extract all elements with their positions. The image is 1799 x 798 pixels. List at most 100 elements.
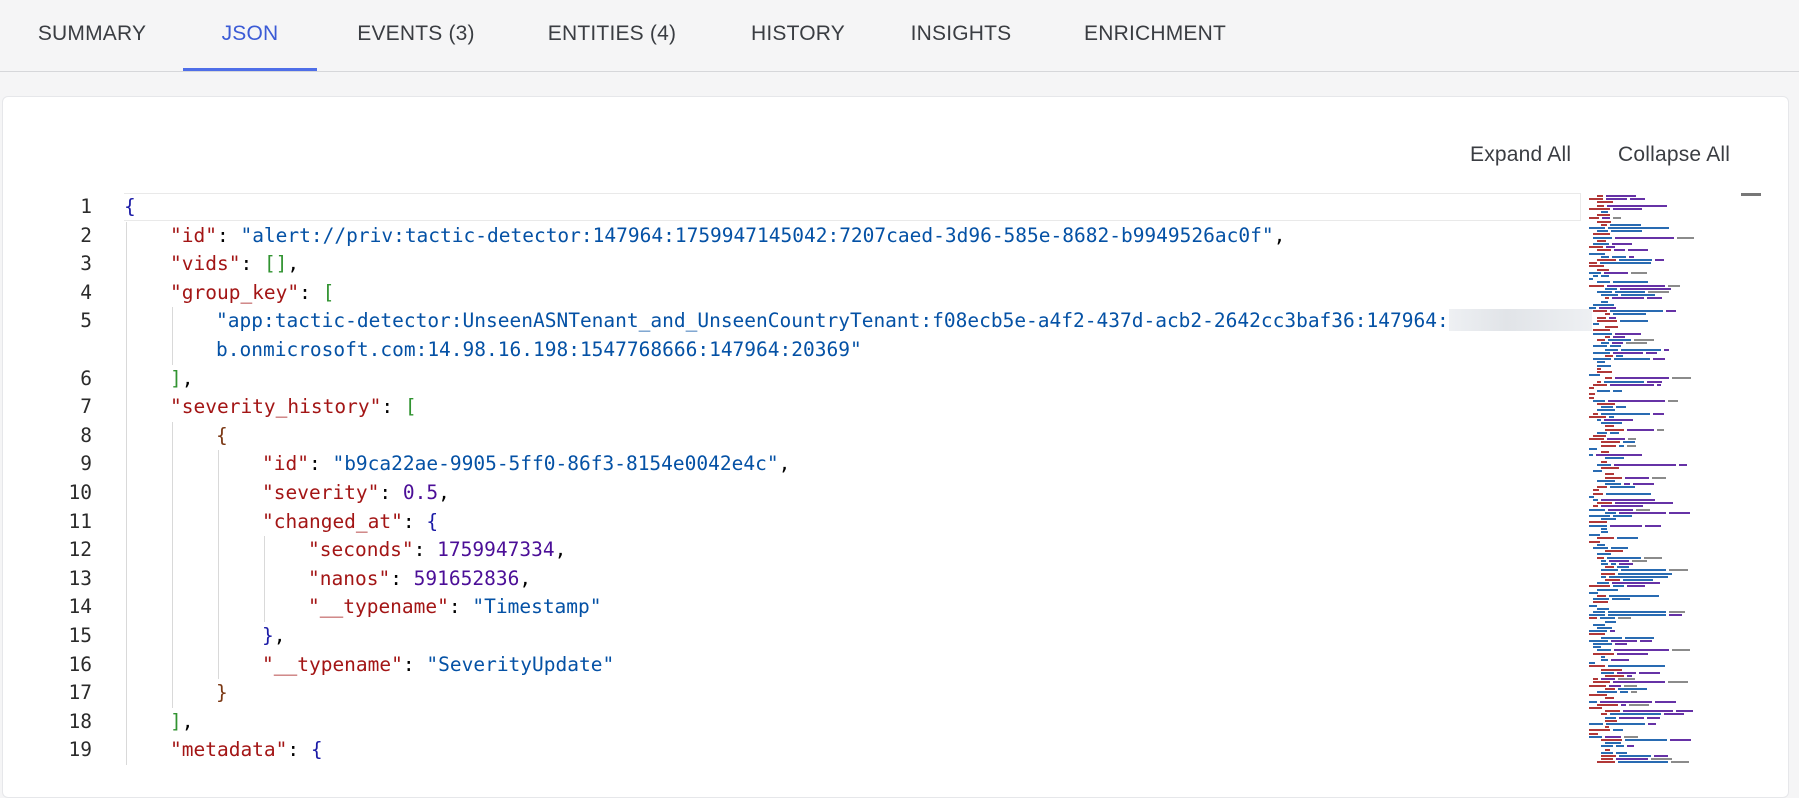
minimap-line: [1593, 329, 1610, 331]
code-token: [: [323, 281, 335, 304]
minimap-line: [1613, 729, 1623, 731]
minimap-line: [1589, 285, 1604, 287]
minimap-line: [1653, 358, 1665, 360]
minimap-line: [1647, 381, 1662, 383]
minimap-line: [1605, 550, 1623, 552]
minimap-line: [1618, 573, 1672, 575]
tab-summary[interactable]: SUMMARY: [18, 0, 166, 71]
minimap-line: [1593, 323, 1599, 325]
minimap-line: [1615, 377, 1669, 379]
code-token: 591652836: [414, 567, 520, 590]
minimap-line: [1593, 400, 1605, 402]
minimap-line: [1597, 269, 1609, 271]
minimap-line: [1670, 739, 1691, 741]
minimap-line: [1589, 393, 1595, 395]
minimap-line: [1624, 483, 1630, 485]
json-editor[interactable]: 12345678910111213141516171819 {"id": "al…: [0, 193, 1799, 765]
minimap-line: [1619, 512, 1666, 514]
code-token: b.onmicrosoft.com:14.98.16.198:154776866…: [216, 338, 862, 361]
minimap-line: [1612, 342, 1623, 344]
minimap-line: [1589, 227, 1605, 229]
minimap-line: [1620, 320, 1648, 322]
code-line: "seconds": 1759947334,: [308, 536, 566, 565]
code-token: ,: [1274, 224, 1286, 247]
minimap-line: [1593, 547, 1608, 549]
code-area[interactable]: {"id": "alert://priv:tactic-detector:147…: [124, 193, 1584, 765]
minimap-line: [1629, 256, 1634, 258]
code-token: 0.5: [403, 481, 438, 504]
minimap[interactable]: [1583, 193, 1741, 765]
minimap-line: [1620, 288, 1671, 290]
minimap-line: [1597, 403, 1615, 405]
minimap-line: [1601, 755, 1616, 757]
minimap-line: [1597, 553, 1611, 555]
minimap-line: [1589, 592, 1598, 594]
code-token: "changed_at": [262, 510, 403, 533]
minimap-line: [1631, 691, 1637, 693]
minimap-line: [1601, 752, 1613, 754]
minimap-line: [1597, 704, 1618, 706]
minimap-line: [1669, 611, 1685, 613]
code-line: ],: [170, 708, 194, 737]
minimap-line: [1589, 640, 1608, 642]
minimap-line: [1610, 310, 1663, 312]
tab-history[interactable]: HISTORY: [733, 0, 863, 71]
minimap-line: [1589, 374, 1600, 376]
minimap-line: [1632, 560, 1647, 562]
minimap-line: [1596, 454, 1642, 456]
minimap-line: [1589, 605, 1597, 607]
minimap-line: [1614, 649, 1669, 651]
line-number: 7: [40, 393, 92, 422]
minimap-line: [1605, 349, 1618, 351]
minimap-line: [1612, 256, 1626, 258]
minimap-line: [1601, 445, 1616, 447]
minimap-line: [1597, 390, 1610, 392]
minimap-line: [1608, 614, 1666, 616]
code-line: "app:tactic-detector:UnseenASNTenant_and…: [216, 307, 1592, 336]
minimap-line: [1613, 217, 1621, 219]
minimap-line: [1601, 441, 1620, 443]
minimap-line: [1589, 694, 1607, 696]
minimap-line: [1589, 198, 1603, 200]
code-token: :: [240, 252, 263, 275]
minimap-line: [1607, 285, 1665, 287]
tab-events-3[interactable]: EVENTS (3): [335, 0, 497, 71]
collapse-all-button[interactable]: Collapse All: [1618, 143, 1730, 167]
minimap-line: [1606, 246, 1615, 248]
minimap-line: [1612, 297, 1644, 299]
code-token: "b9ca22ae-9905-5ff0-86f3-8154e0042e4c": [332, 452, 778, 475]
minimap-line: [1597, 589, 1618, 591]
tab-entities-4[interactable]: ENTITIES (4): [517, 0, 707, 71]
tab-enrichment[interactable]: ENRICHMENT: [1069, 0, 1241, 71]
code-token: }: [216, 681, 228, 704]
line-number: 1: [40, 193, 92, 222]
current-line-highlight: [124, 193, 1581, 221]
minimap-line: [1611, 640, 1637, 642]
minimap-line: [1597, 249, 1611, 251]
minimap-line: [1589, 265, 1604, 267]
minimap-line: [1605, 473, 1614, 475]
minimap-line: [1601, 211, 1608, 213]
minimap-line: [1610, 345, 1621, 347]
expand-all-button[interactable]: Expand All: [1470, 143, 1571, 167]
minimap-line: [1597, 240, 1606, 242]
minimap-line: [1612, 598, 1630, 600]
code-token: ,: [182, 367, 194, 390]
minimap-line: [1589, 733, 1598, 735]
minimap-line: [1627, 445, 1636, 447]
minimap-line: [1597, 214, 1610, 216]
tab-insights[interactable]: INSIGHTS: [893, 0, 1029, 71]
minimap-line: [1627, 429, 1654, 431]
minimap-line: [1655, 259, 1664, 261]
code-token: {: [311, 738, 323, 761]
minimap-line: [1605, 377, 1612, 379]
tab-json[interactable]: JSON: [183, 0, 317, 71]
code-line: "group_key": [: [170, 279, 334, 308]
minimap-line: [1601, 563, 1608, 565]
minimap-line: [1589, 665, 1605, 667]
minimap-slider[interactable]: [1741, 193, 1761, 196]
minimap-line: [1617, 566, 1629, 568]
minimap-line: [1601, 342, 1609, 344]
minimap-line: [1613, 352, 1643, 354]
code-token: 1759947334: [437, 538, 554, 561]
